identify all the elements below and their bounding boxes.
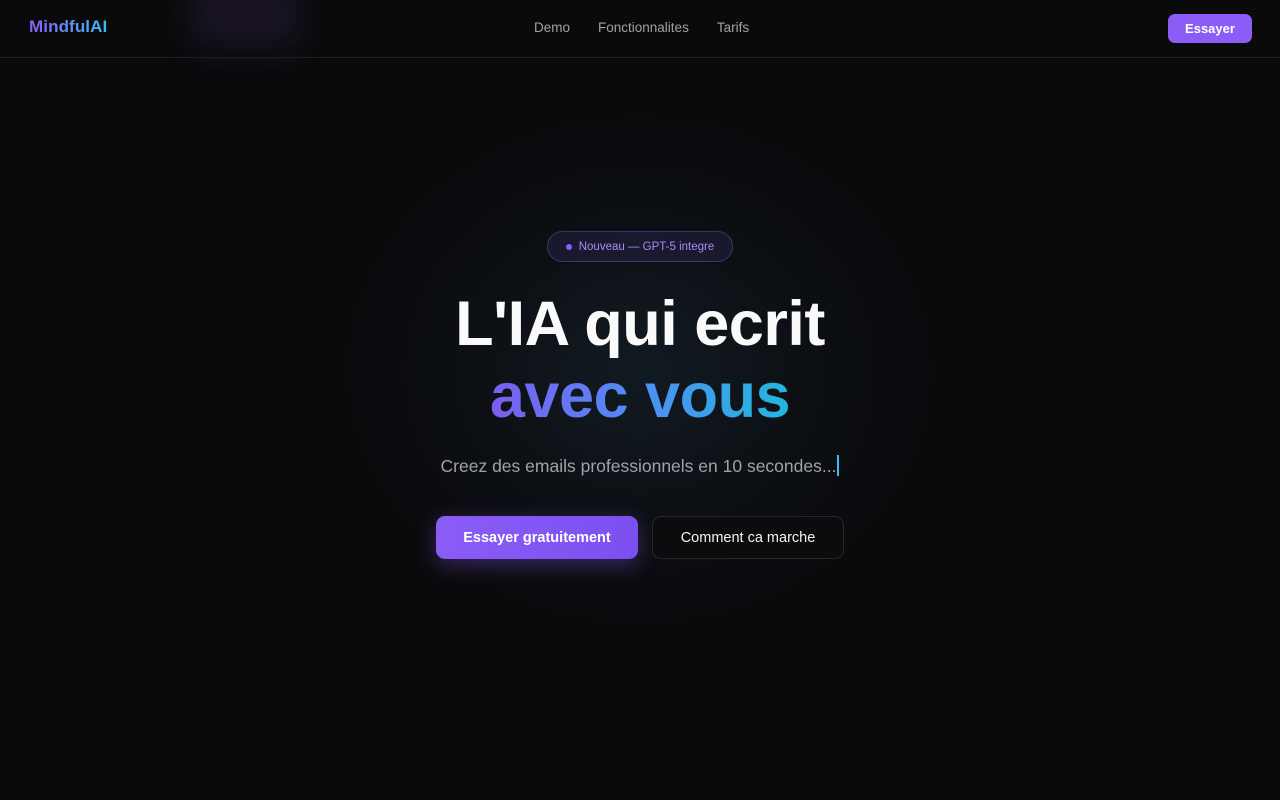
- navbar: MindfulAI Demo Fonctionnalites Tarifs Es…: [0, 0, 1280, 58]
- landing-page: MindfulAI Demo Fonctionnalites Tarifs Es…: [0, 0, 1280, 800]
- try-free-button[interactable]: Essayer gratuitement: [436, 516, 638, 559]
- headline-line-2: avec vous: [489, 361, 791, 431]
- text-caret-icon: [837, 455, 840, 476]
- badge-text: Nouveau — GPT-5 integre: [578, 240, 715, 253]
- nav-link-features[interactable]: Fonctionnalites: [598, 20, 689, 35]
- announcement-badge[interactable]: Nouveau — GPT-5 integre: [547, 231, 733, 262]
- nav-link-demo[interactable]: Demo: [534, 20, 570, 35]
- headline-line-1: L'IA qui ecrit: [455, 289, 825, 359]
- subtitle-text: Creez des emails professionnels en 10 se…: [440, 456, 837, 476]
- dot-icon: [565, 243, 572, 250]
- nav-link-pricing[interactable]: Tarifs: [717, 20, 749, 35]
- hero-subtitle: Creez des emails professionnels en 10 se…: [0, 455, 1280, 477]
- nav-try-button[interactable]: Essayer: [1168, 14, 1252, 43]
- hero-headline: L'IA qui ecrit avec vous: [0, 288, 1280, 432]
- how-it-works-button[interactable]: Comment ca marche: [652, 516, 844, 559]
- nav-links: Demo Fonctionnalites Tarifs: [534, 20, 749, 35]
- brand-logo[interactable]: MindfulAI: [29, 17, 107, 37]
